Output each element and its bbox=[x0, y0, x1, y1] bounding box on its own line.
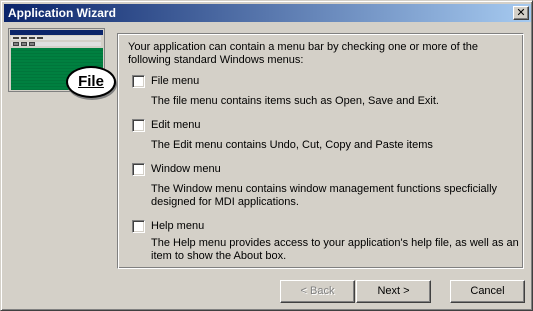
preview-title-bar bbox=[10, 30, 103, 35]
back-button[interactable]: < Back bbox=[280, 280, 355, 303]
preview-toolbar bbox=[11, 42, 101, 46]
help-menu-checkbox[interactable] bbox=[132, 220, 145, 233]
file-menu-description: The file menu contains items such as Ope… bbox=[151, 95, 439, 107]
title-bar[interactable]: Application Wizard ✕ bbox=[4, 4, 531, 22]
callout-label: File bbox=[78, 73, 104, 90]
menu-preview-illustration: File bbox=[8, 28, 116, 98]
window-menu-label[interactable]: Window menu bbox=[151, 163, 221, 175]
edit-menu-checkbox[interactable] bbox=[132, 119, 145, 132]
help-menu-description: The Help menu provides access to your ap… bbox=[151, 237, 519, 262]
window-title: Application Wizard bbox=[8, 6, 116, 20]
edit-menu-label[interactable]: Edit menu bbox=[151, 119, 201, 131]
window-menu-checkbox[interactable] bbox=[132, 163, 145, 176]
help-menu-label[interactable]: Help menu bbox=[151, 220, 204, 232]
close-button[interactable]: ✕ bbox=[513, 6, 529, 20]
window-menu-description: The Window menu contains window manageme… bbox=[151, 183, 498, 208]
intro-text: Your application can contain a menu bar … bbox=[128, 41, 478, 66]
application-wizard-dialog: Application Wizard ✕ File Your applicati… bbox=[0, 0, 533, 311]
next-button[interactable]: Next > bbox=[356, 280, 431, 303]
file-callout-bubble: File bbox=[66, 66, 116, 98]
close-icon: ✕ bbox=[516, 6, 526, 19]
cancel-button[interactable]: Cancel bbox=[450, 280, 525, 303]
preview-menu-bar bbox=[11, 36, 101, 40]
file-menu-checkbox[interactable] bbox=[132, 75, 145, 88]
file-menu-label[interactable]: File menu bbox=[151, 75, 199, 87]
menu-options-group: Your application can contain a menu bar … bbox=[117, 33, 524, 269]
edit-menu-description: The Edit menu contains Undo, Cut, Copy a… bbox=[151, 139, 433, 151]
